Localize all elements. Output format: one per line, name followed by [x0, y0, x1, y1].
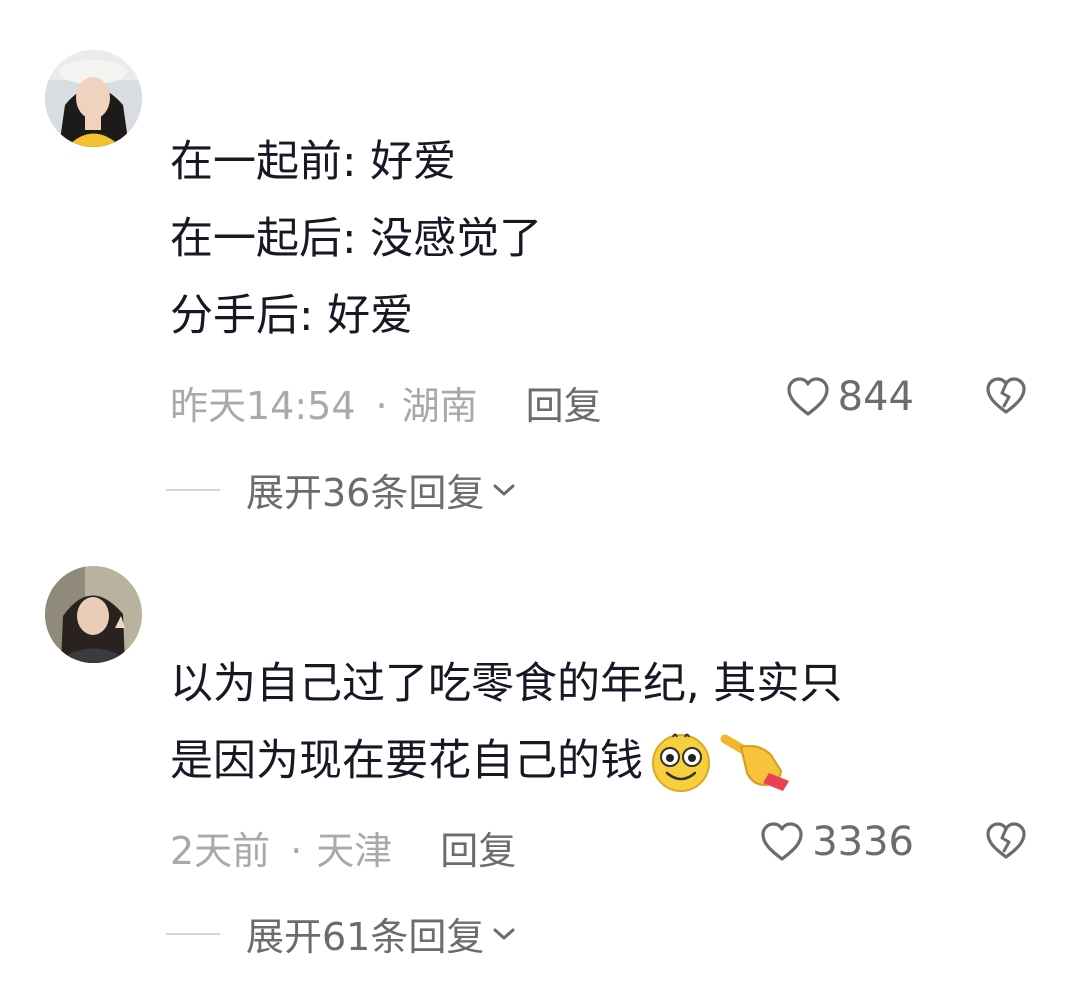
- meta-separator: ·: [290, 829, 303, 873]
- pointing-hand-emoji: [720, 734, 789, 791]
- comment-text: 以为自己过了吃零食的年纪, 其实只 是因为现在要花自己的钱: [170, 646, 842, 800]
- comment-location: 天津: [316, 829, 393, 873]
- comment-meta: 2天前 · 天津 回复: [170, 820, 516, 875]
- broken-heart-icon: [986, 822, 1026, 859]
- heart-outline-icon: [761, 822, 803, 861]
- chevron-down-icon: [493, 928, 515, 939]
- divider: [166, 932, 220, 935]
- comment-line: 是因为现在要花自己的钱: [170, 736, 643, 786]
- comment-item: 以为自己过了吃零食的年纪, 其实只 是因为现在要花自己的钱 2天前 · 天津 回复: [0, 0, 1080, 990]
- like-count: 3336: [812, 819, 914, 865]
- expand-replies-label: 展开61条回复: [246, 915, 485, 959]
- comment-line: 以为自己过了吃零食的年纪, 其实只: [170, 659, 843, 709]
- reply-button[interactable]: 回复: [440, 829, 516, 873]
- like-button[interactable]: 3336: [760, 819, 914, 865]
- expand-replies-button[interactable]: 展开61条回复: [166, 906, 516, 961]
- comment-line-with-emoji: 是因为现在要花自己的钱: [170, 723, 842, 800]
- avatar[interactable]: [45, 566, 142, 663]
- comment-time: 2天前: [170, 829, 271, 873]
- dislike-button[interactable]: [985, 821, 1027, 865]
- goofy-face-emoji: [652, 733, 710, 792]
